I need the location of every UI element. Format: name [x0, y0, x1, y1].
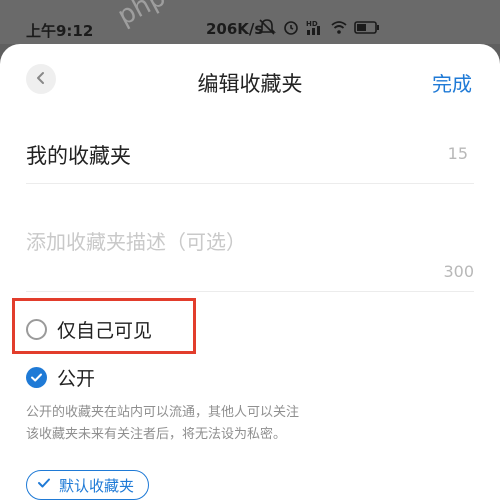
- svg-text:HD: HD: [306, 20, 318, 28]
- description-field[interactable]: 添加收藏夹描述（可选） 300: [26, 222, 474, 292]
- page-title: 编辑收藏夹: [197, 72, 303, 96]
- public-label: 公开: [57, 368, 96, 390]
- name-field[interactable]: 我的收藏夹 15: [26, 140, 474, 184]
- status-time: 上午9:12: [26, 22, 94, 40]
- hd-signal-icon: HD: [306, 18, 324, 36]
- alarm-icon: [282, 18, 300, 36]
- battery-icon: [354, 18, 380, 36]
- radio-unchecked-icon[interactable]: [26, 319, 47, 340]
- name-char-limit: 15: [447, 144, 468, 163]
- status-network-speed: 206K/s: [206, 20, 264, 38]
- hint-line-1: 公开的收藏夹在站内可以流通，其他人可以关注: [26, 405, 300, 420]
- status-bar: 上午9:12 206K/s HD: [0, 0, 500, 44]
- visibility-option-private[interactable]: 仅自己可见: [26, 316, 152, 343]
- description-input[interactable]: 添加收藏夹描述（可选）: [26, 226, 246, 255]
- done-button[interactable]: 完成: [432, 68, 472, 97]
- mute-bell-icon: [258, 18, 276, 36]
- hint-line-2: 该收藏夹未来有关注者后，将无法设为私密。: [26, 427, 287, 442]
- edit-sheet: 编辑收藏夹 完成 我的收藏夹 15 添加收藏夹描述（可选） 300 仅自己可见 …: [0, 44, 500, 500]
- visibility-hint: 公开的收藏夹在站内可以流通，其他人可以关注 该收藏夹未来有关注者后，将无法设为私…: [26, 402, 338, 446]
- default-folder-tag[interactable]: 默认收藏夹: [26, 470, 150, 500]
- visibility-option-public[interactable]: 公开: [26, 364, 95, 391]
- radio-checked-icon[interactable]: [26, 367, 47, 388]
- default-folder-label: 默认收藏夹: [59, 476, 135, 495]
- name-input[interactable]: 我的收藏夹: [26, 140, 131, 170]
- description-char-limit: 300: [443, 262, 474, 281]
- wifi-icon: [330, 18, 348, 36]
- private-label: 仅自己可见: [57, 320, 153, 342]
- status-icons: HD: [258, 18, 380, 36]
- check-icon: [37, 476, 51, 494]
